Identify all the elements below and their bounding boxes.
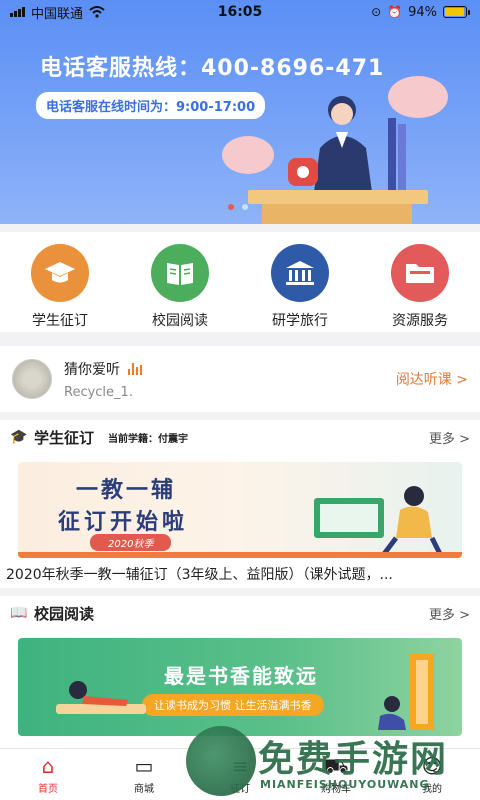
listen-course-link[interactable]: 阅达听课 > xyxy=(396,369,468,389)
more-link[interactable]: 更多 > xyxy=(429,604,470,623)
status-bar: 中国联通 16:05 ⊙ ⏰ 94% xyxy=(0,0,480,24)
reading-banner-headline: 最是书香能致远 xyxy=(164,664,318,688)
audio-recommendation-card[interactable]: 猜你爱听 Recycle_1. 阅达听课 > xyxy=(0,346,480,412)
reading-banner-slogan: 让读书成为习惯 让生活溢满书香 xyxy=(142,694,324,716)
current-student-label: 当前学籍：付震宇 xyxy=(108,433,189,445)
tab-mall[interactable]: ▭ 商城 xyxy=(96,749,192,800)
equalizer-icon xyxy=(128,362,142,375)
section-header-campus-reading: 📖 校园阅读 更多 > xyxy=(0,596,480,630)
tab-label: 商城 xyxy=(134,784,154,795)
order-card[interactable]: 一教一辅 征订开始啦 2020秋季 2020年秋季一教一辅征订（3年级上、益阳版… xyxy=(0,454,480,588)
menu-item-study-travel[interactable]: 研学旅行 xyxy=(240,232,360,332)
book-icon: 📖 xyxy=(10,605,28,621)
app-screen: 电话客服热线：400-8696-471 电话客服在线时间为：9:00-17:00… xyxy=(0,0,480,800)
carrier-name: 中国联通 xyxy=(31,6,84,22)
audio-subtitle: Recycle_1. xyxy=(64,384,133,400)
order-banner-headline: 一教一辅 xyxy=(76,478,177,503)
desk-illustration xyxy=(248,190,428,204)
quick-menu: 学生征订 校园阅读 研学旅行 资源服务 xyxy=(0,232,480,332)
speech-bubble-icon xyxy=(222,136,274,174)
clock: 16:05 xyxy=(217,4,263,20)
tab-label: 购物车 xyxy=(321,784,351,795)
tab-label: 首页 xyxy=(38,784,58,795)
folder-icon xyxy=(391,244,449,302)
carousel-indicator xyxy=(228,204,248,210)
cart-icon: ⛟ xyxy=(323,754,349,778)
graduation-cap-icon: 🎓 xyxy=(10,429,28,445)
shopping-bag-icon: ▭ xyxy=(134,754,154,778)
tab-order[interactable]: ≡ 征订 xyxy=(192,749,288,800)
customer-service-agent-illustration xyxy=(288,96,406,192)
tab-label: 我的 xyxy=(422,784,442,795)
section-title: 校园阅读 xyxy=(34,604,95,623)
signal-icon xyxy=(10,7,25,17)
menu-label: 校园阅读 xyxy=(152,313,208,329)
alarm-icon: ⏰ xyxy=(387,5,403,19)
menu-item-student-order[interactable]: 学生征订 xyxy=(0,232,120,332)
book-icon xyxy=(151,244,209,302)
tab-label: 征订 xyxy=(230,784,250,795)
order-caption[interactable]: 2020年秋季一教一辅征订（3年级上、益阳版）（课外试题，... xyxy=(6,564,474,584)
order-banner-image[interactable]: 一教一辅 征订开始啦 2020秋季 xyxy=(18,462,462,558)
order-icon: ≡ xyxy=(231,754,249,778)
user-icon: ☺ xyxy=(421,754,443,778)
section-title: 学生征订 xyxy=(34,428,95,447)
menu-label: 研学旅行 xyxy=(272,313,328,329)
menu-item-campus-reading[interactable]: 校园阅读 xyxy=(120,232,240,332)
tab-cart[interactable]: ⛟ 购物车 xyxy=(288,749,384,800)
desk-front-illustration xyxy=(262,204,412,224)
album-cover xyxy=(12,359,52,399)
menu-item-resource-service[interactable]: 资源服务 xyxy=(360,232,480,332)
reading-boy-illustration xyxy=(56,681,146,714)
wifi-icon xyxy=(89,6,105,18)
menu-label: 学生征订 xyxy=(32,313,88,329)
customer-service-banner[interactable]: 电话客服热线：400-8696-471 电话客服在线时间为：9:00-17:00 xyxy=(0,0,480,224)
carousel-dot-active xyxy=(228,204,234,210)
order-banner-badge: 2020秋季 xyxy=(90,534,172,551)
battery-percentage: 94% xyxy=(408,4,437,20)
more-link[interactable]: 更多 > xyxy=(429,428,470,447)
tab-me[interactable]: ☺ 我的 xyxy=(384,749,480,800)
battery-icon xyxy=(443,6,470,18)
books-illustration xyxy=(378,654,434,730)
menu-label: 资源服务 xyxy=(392,313,448,329)
bottom-tab-bar: ⌂ 首页 ▭ 商城 ≡ 征订 ⛟ 购物车 ☺ 我的 xyxy=(0,748,480,800)
section-header-student-order: 🎓 学生征订 当前学籍：付震宇 更多 > xyxy=(0,420,480,454)
home-icon: ⌂ xyxy=(41,754,55,778)
student-reading-illustration xyxy=(314,486,443,556)
order-banner-subheadline: 征订开始啦 xyxy=(58,510,189,535)
carousel-dot xyxy=(242,204,248,210)
museum-icon xyxy=(271,244,329,302)
service-hours-text: 电话客服在线时间为：9:00-17:00 xyxy=(36,92,266,119)
tab-home[interactable]: ⌂ 首页 xyxy=(0,749,96,800)
reading-card[interactable]: 最是书香能致远 让读书成为习惯 让生活溢满书香 xyxy=(0,630,480,748)
audio-title: 猜你爱听 xyxy=(64,361,120,378)
reading-banner-image[interactable]: 最是书香能致远 让读书成为习惯 让生活溢满书香 xyxy=(18,638,462,736)
hotline-text: 电话客服热线：400-8696-471 xyxy=(40,56,385,81)
order-banner-stripe xyxy=(18,552,462,558)
graduation-cap-icon xyxy=(31,244,89,302)
orientation-lock-icon: ⊙ xyxy=(371,5,382,19)
